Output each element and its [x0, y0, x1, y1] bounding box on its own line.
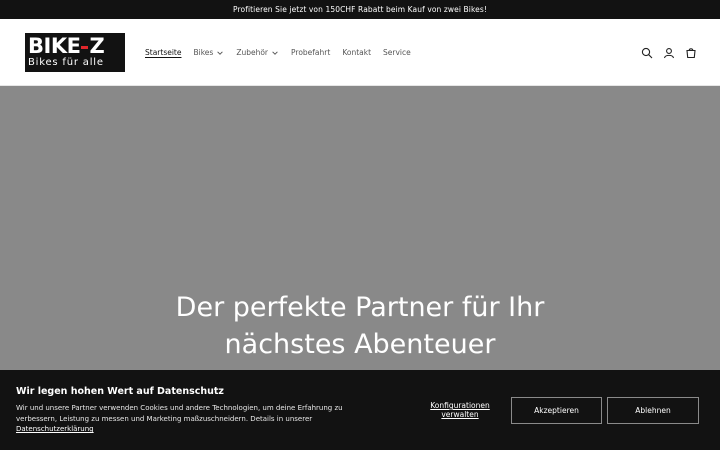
- cookie-title: Wir legen hohen Wert auf Datenschutz: [16, 386, 224, 397]
- nav-item-label: Bikes: [193, 48, 214, 57]
- nav-item-label: Probefahrt: [291, 48, 331, 57]
- hero-title-line2: nächstes Abenteuer: [224, 329, 496, 360]
- nav-item-label: Service: [383, 48, 411, 57]
- announcement-bar: Profitieren Sie jetzt von 150CHF Rabatt …: [0, 0, 720, 19]
- nav-item-label: Zubehör: [236, 48, 269, 57]
- chevron-down-icon: [272, 50, 278, 55]
- logo-brand-right: Z: [89, 34, 105, 58]
- manage-configurations-link[interactable]: Konfigurationen verwalten: [426, 401, 494, 419]
- cookie-body-text: Wir und unsere Partner verwenden Cookies…: [16, 404, 343, 423]
- nav-item-bikes[interactable]: Bikes: [193, 48, 224, 57]
- nav-item-zubehoer[interactable]: Zubehör: [236, 48, 279, 57]
- account-icon[interactable]: [662, 46, 676, 60]
- nav-item-probefahrt[interactable]: Probefahrt: [291, 48, 330, 57]
- logo[interactable]: BIKE Z Bikes für alle: [25, 33, 125, 72]
- hero-title-line1: Der perfekte Partner für Ihr: [175, 292, 545, 323]
- nav-item-label: Startseite: [145, 48, 182, 57]
- accept-button[interactable]: Akzeptieren: [511, 397, 602, 424]
- nav-item-startseite[interactable]: Startseite: [145, 48, 181, 57]
- main-nav: Startseite Bikes Zubehör Probefahrt Kont…: [145, 19, 411, 86]
- logo-brand-left: BIKE: [28, 34, 81, 58]
- nav-item-label: Kontakt: [342, 48, 372, 57]
- site-header: BIKE Z Bikes für alle Startseite Bikes Zu…: [0, 19, 720, 86]
- hero-title: Der perfekte Partner für Ihr nächstes Ab…: [0, 289, 720, 363]
- cookie-banner: Wir legen hohen Wert auf Datenschutz Wir…: [0, 370, 720, 450]
- logo-dash: [81, 45, 89, 49]
- cookie-text: Wir und unsere Partner verwenden Cookies…: [16, 403, 366, 435]
- cart-icon[interactable]: [684, 46, 698, 60]
- nav-item-service[interactable]: Service: [383, 48, 411, 57]
- header-icons: [640, 19, 698, 86]
- announcement-text: Profitieren Sie jetzt von 150CHF Rabatt …: [233, 5, 487, 14]
- search-icon[interactable]: [640, 46, 654, 60]
- privacy-policy-link[interactable]: Datenschutzerklärung: [16, 425, 94, 433]
- decline-button[interactable]: Ablehnen: [607, 397, 699, 424]
- nav-item-kontakt[interactable]: Kontakt: [342, 48, 371, 57]
- chevron-down-icon: [217, 50, 224, 55]
- logo-tagline: Bikes für alle: [28, 57, 104, 68]
- logo-wordmark: BIKE Z: [28, 35, 122, 57]
